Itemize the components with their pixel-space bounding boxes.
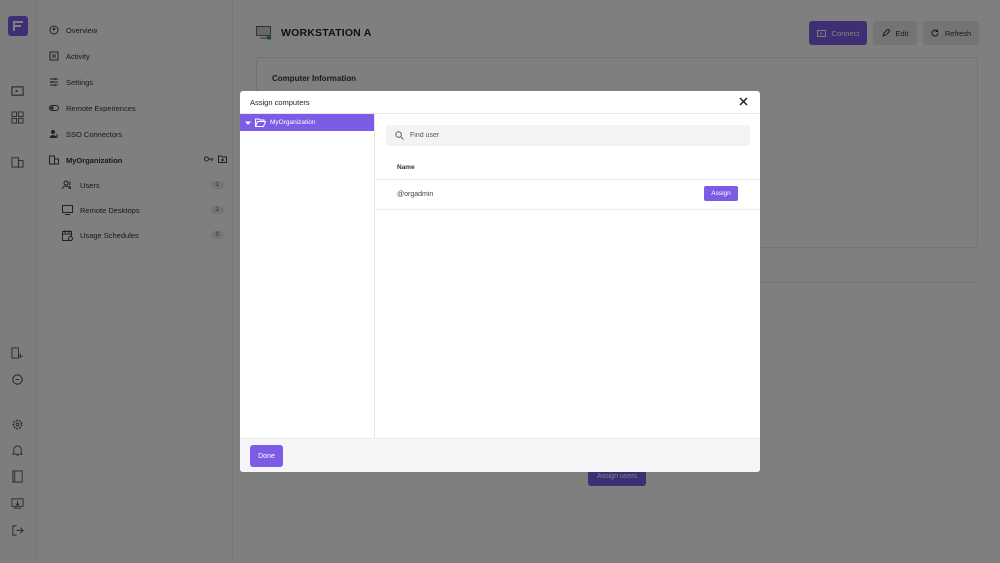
dialog-header: Assign computers bbox=[240, 91, 760, 114]
table-header: Name bbox=[376, 155, 760, 180]
organization-tree: MyOrganization bbox=[240, 114, 375, 438]
folder-open-icon bbox=[255, 118, 266, 127]
table-row: @orgadmin Assign bbox=[376, 180, 760, 210]
done-button[interactable]: Done bbox=[250, 445, 283, 467]
dialog-footer: Done bbox=[240, 438, 760, 472]
assign-computers-dialog: Assign computers MyOrganization Name @or… bbox=[240, 91, 760, 472]
column-header-name[interactable]: Name bbox=[397, 164, 415, 171]
caret-down-icon[interactable] bbox=[245, 120, 251, 126]
assign-button[interactable]: Assign bbox=[704, 186, 738, 201]
tree-item-label: MyOrganization bbox=[270, 119, 316, 126]
search-icon bbox=[395, 131, 404, 140]
find-user-input[interactable] bbox=[410, 125, 740, 146]
dialog-title: Assign computers bbox=[250, 98, 310, 107]
search-box bbox=[386, 125, 750, 146]
user-name: @orgadmin bbox=[397, 191, 434, 198]
tree-item-myorganization[interactable]: MyOrganization bbox=[240, 114, 374, 131]
close-icon[interactable] bbox=[738, 96, 749, 107]
